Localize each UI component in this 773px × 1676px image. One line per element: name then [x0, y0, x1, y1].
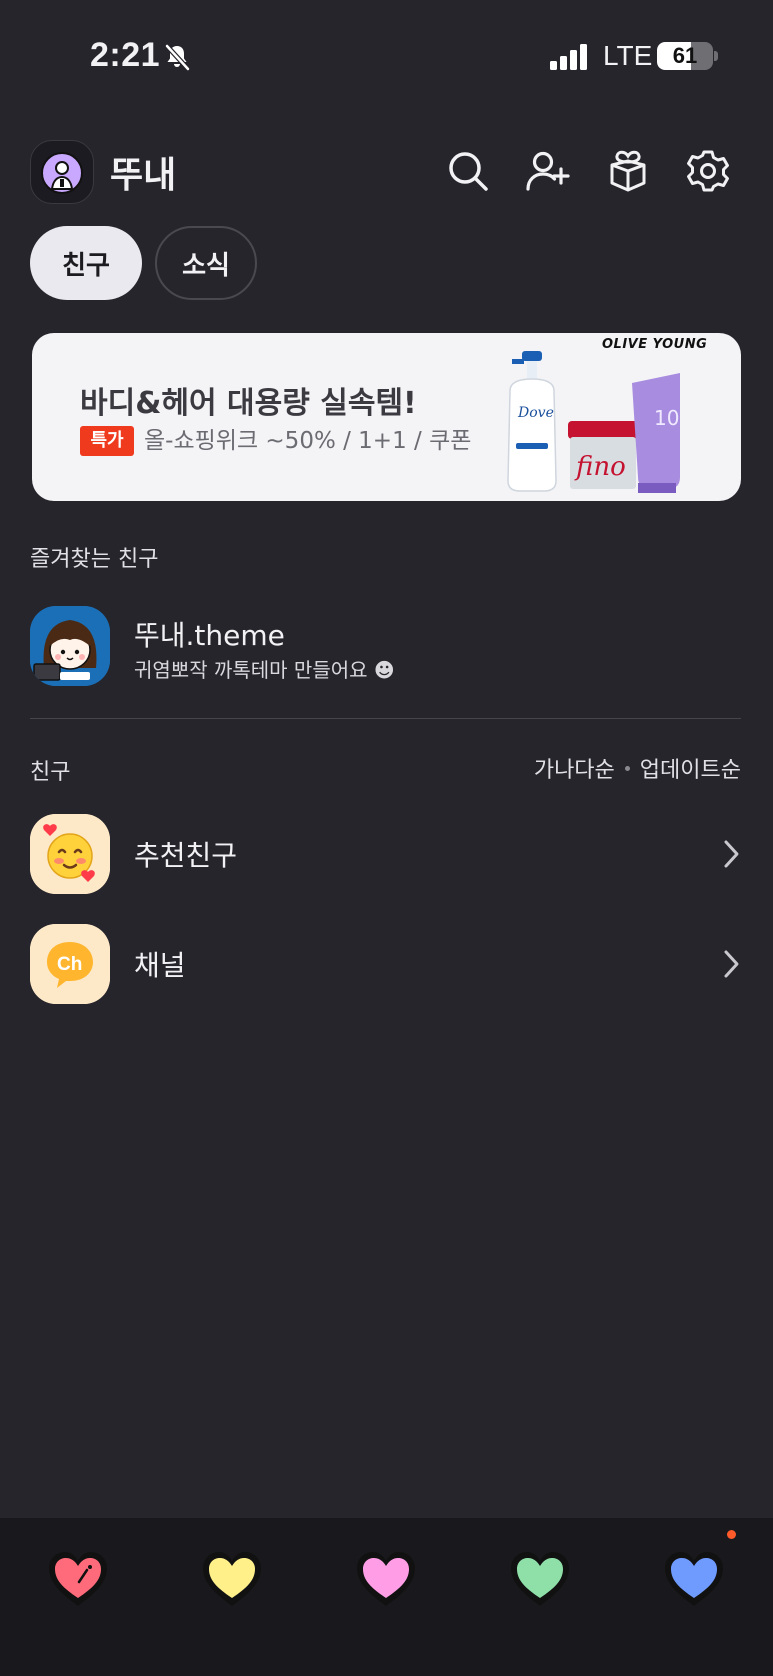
list-item-recommended-friends[interactable]: 추천친구 [30, 814, 743, 894]
network-type: LTE [603, 40, 653, 71]
profile-avatar[interactable] [30, 140, 94, 204]
svg-text:Dove: Dove [517, 405, 554, 421]
channel-chat-icon: Ch [30, 924, 110, 1004]
list-item-label: 채널 [134, 949, 186, 982]
battery-tip [714, 51, 718, 61]
green-heart-icon[interactable] [507, 1548, 573, 1610]
banner-subtitle: 올-쇼핑위크 ~50% / 1+1 / 쿠폰 [144, 428, 472, 454]
red-heart-icon[interactable] [45, 1548, 111, 1610]
chevron-right-icon [724, 840, 739, 868]
favorites-section-label: 즐겨찾는 친구 [30, 547, 159, 572]
profile-name: 뚜내 [110, 155, 177, 196]
product-images: Dove fino 10 [507, 351, 680, 493]
favorite-friend-row[interactable]: 뚜내.theme 귀염뽀작 까톡테마 만들어요 ☻ [30, 606, 743, 686]
friends-section-label: 친구 [30, 760, 71, 785]
banner-badge: 특가 [80, 426, 134, 456]
sort-alphabetical[interactable]: 가나다순 [534, 752, 615, 784]
bottom-tab-bar [0, 1518, 773, 1676]
yellow-heart-icon[interactable] [199, 1548, 265, 1610]
pink-heart-icon[interactable] [353, 1548, 419, 1610]
blushing-face-icon [30, 814, 110, 894]
section-divider [30, 718, 741, 719]
svg-text:Ch: Ch [57, 954, 82, 975]
settings-gear-icon[interactable] [685, 148, 731, 194]
svg-text:fino: fino [574, 452, 626, 482]
search-icon[interactable] [445, 148, 491, 194]
list-item-channel[interactable]: Ch 채널 [30, 924, 743, 1004]
friend-status-message: 귀염뽀작 까톡테마 만들어요 ☻ [134, 658, 395, 682]
blue-heart-icon[interactable] [661, 1548, 727, 1610]
muted-bell-icon [165, 44, 190, 71]
status-time: 2:21 [90, 36, 161, 74]
friend-avatar [30, 606, 110, 686]
tab-friends[interactable]: 친구 [30, 226, 142, 300]
add-friend-icon[interactable] [525, 148, 571, 194]
chevron-right-icon [724, 950, 739, 978]
battery-icon: 61 [657, 42, 713, 70]
tab-news[interactable]: 소식 [155, 226, 257, 300]
gift-box-icon[interactable] [605, 148, 651, 194]
girl-with-laptop-icon [30, 606, 110, 686]
sort-updated[interactable]: 업데이트순 [640, 752, 741, 784]
ad-banner[interactable]: 바디&헤어 대용량 실속템! 특가 올-쇼핑위크 ~50% / 1+1 / 쿠폰… [32, 333, 741, 501]
banner-brand: OLIVE YOUNG [602, 337, 708, 352]
cell-signal-icon [550, 44, 587, 70]
status-bar: 2:21 LTE 61 [0, 0, 773, 115]
friend-name: 뚜내.theme [134, 619, 285, 652]
banner-title: 바디&헤어 대용량 실속템! [80, 386, 417, 421]
profile-person-icon [41, 152, 83, 194]
app-header: 뚜내 [30, 138, 743, 204]
notification-dot [727, 1530, 736, 1539]
svg-text:10: 10 [654, 406, 679, 430]
sort-options: 가나다순 업데이트순 [534, 752, 741, 784]
sort-separator-dot [624, 765, 630, 771]
list-item-label: 추천친구 [134, 839, 238, 872]
battery-percent: 61 [672, 43, 698, 68]
